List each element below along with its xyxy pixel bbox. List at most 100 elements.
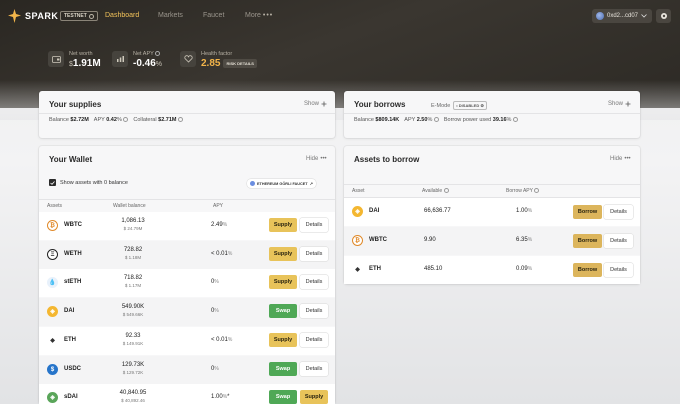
show-zero-balance-label[interactable]: Show assets with 0 balance bbox=[60, 180, 128, 186]
wallet-button[interactable]: 0xd2...cd07 bbox=[592, 9, 652, 23]
info-icon[interactable] bbox=[534, 188, 540, 194]
borrow-button[interactable]: Borrow bbox=[573, 263, 602, 277]
supplies-apy: APY 0.42% bbox=[94, 117, 129, 123]
wbtc-token-icon: ₿ bbox=[352, 235, 363, 246]
wallet-balance-usd: $ 1.18M bbox=[124, 255, 142, 260]
borrow-hide-button[interactable]: Hide ••• bbox=[610, 156, 631, 162]
swap-button[interactable]: Swap bbox=[269, 390, 297, 404]
supplies-apy-value: 0.42 bbox=[106, 117, 117, 123]
borrow-button[interactable]: Borrow bbox=[573, 205, 602, 219]
info-icon[interactable] bbox=[178, 117, 184, 123]
supplies-balance-value: 2.72M bbox=[73, 117, 89, 123]
details-button[interactable]: Details bbox=[604, 263, 633, 277]
asset-apy-value: < 0.01 bbox=[211, 337, 228, 343]
nav-more[interactable]: More ••• bbox=[245, 12, 273, 19]
wallet-balance-amount: 92.33 bbox=[125, 333, 141, 339]
supplies-show-button[interactable]: Show bbox=[304, 101, 327, 107]
wallet-balance-usd: $ 24.79M bbox=[123, 226, 143, 231]
asset-name: USDC bbox=[64, 366, 82, 372]
faucet-link[interactable]: ETHEREUM GÖRLI FAUCET ↗ bbox=[247, 179, 316, 188]
swap-button[interactable]: Swap bbox=[269, 304, 297, 318]
net-apy-value: -0.46% bbox=[133, 58, 162, 69]
network-icon bbox=[88, 13, 94, 19]
borrows-power-value: 39.16 bbox=[492, 117, 507, 123]
info-icon[interactable] bbox=[443, 188, 449, 194]
supplies-balance-label: Balance bbox=[49, 117, 69, 123]
nav-faucet[interactable]: Faucet bbox=[203, 12, 224, 19]
asset-apy: 1.00%* bbox=[211, 394, 229, 400]
details-button[interactable]: Details bbox=[604, 205, 633, 219]
supply-button[interactable]: Supply bbox=[269, 275, 297, 289]
details-button[interactable]: Details bbox=[300, 247, 328, 261]
show-zero-balance-checkbox[interactable] bbox=[49, 179, 56, 186]
brand-name: SPARK bbox=[25, 11, 59, 21]
wallet-balance-usd: $ 129.72K bbox=[122, 370, 144, 375]
stat-net-apy: Net APY -0.46% bbox=[112, 51, 162, 69]
available-amount: 9.90 bbox=[424, 237, 436, 243]
risk-details-button[interactable]: RISK DETAILS bbox=[223, 58, 257, 68]
your-borrows-card: Your borrows E-Mode • DISABLED ⚙ Show Ba… bbox=[344, 91, 640, 138]
settings-button[interactable] bbox=[656, 9, 671, 23]
brand-logo[interactable]: SPARK bbox=[8, 9, 58, 23]
wallet-hide-button[interactable]: Hide ••• bbox=[306, 156, 327, 162]
supply-button[interactable]: Supply bbox=[269, 218, 297, 232]
emode-badge-label: DISABLED bbox=[458, 103, 480, 108]
emode-toggle[interactable]: • DISABLED ⚙ bbox=[453, 101, 487, 110]
wallet-balance-usd: $ 40,892.46 bbox=[121, 398, 145, 403]
wallet-address: 0xd2...cd07 bbox=[607, 13, 639, 19]
supply-button[interactable]: Supply bbox=[269, 333, 297, 347]
asset-apy-unit: % bbox=[214, 308, 219, 314]
net-apy-label-text: Net APY bbox=[133, 51, 154, 57]
wallet-balance-amount: 718.82 bbox=[123, 275, 143, 281]
nav-dashboard[interactable]: Dashboard bbox=[105, 12, 139, 19]
borrow-header-apy-label: Borrow APY bbox=[506, 188, 533, 194]
supplies-apy-label: APY bbox=[93, 117, 105, 123]
info-icon[interactable] bbox=[433, 117, 439, 123]
check-icon bbox=[50, 180, 55, 185]
net-apy-unit: % bbox=[155, 61, 163, 68]
wallet-avatar bbox=[596, 12, 604, 20]
wallet-balance-amount: 40,840.95 bbox=[119, 390, 147, 396]
borrow-header-apy: Borrow APY bbox=[506, 188, 540, 194]
asset-name: WBTC bbox=[369, 237, 387, 243]
emode-indicator: E-Mode • DISABLED ⚙ bbox=[431, 101, 487, 110]
info-icon[interactable] bbox=[123, 117, 129, 123]
details-button[interactable]: Details bbox=[300, 218, 328, 232]
swap-button[interactable]: Swap bbox=[269, 362, 297, 376]
details-button[interactable]: Details bbox=[300, 362, 328, 376]
borrow-button[interactable]: Borrow bbox=[573, 234, 602, 248]
chevron-down-icon bbox=[641, 14, 647, 18]
eth-token-icon: ◆ bbox=[352, 264, 363, 275]
weth-token-icon: Ξ bbox=[47, 249, 58, 260]
nav-markets[interactable]: Markets bbox=[158, 12, 183, 19]
details-button[interactable]: Details bbox=[300, 304, 328, 318]
asset-name: DAI bbox=[64, 308, 75, 314]
borrows-power-used: Borrow power used 39.16% bbox=[444, 117, 518, 123]
borrows-show-button[interactable]: Show bbox=[608, 101, 631, 107]
steth-token-icon: 💧 bbox=[47, 277, 58, 288]
asset-name: stETH bbox=[64, 279, 82, 285]
asset-apy-unit: % bbox=[227, 251, 233, 257]
info-icon[interactable] bbox=[155, 51, 161, 57]
supply-button[interactable]: Supply bbox=[300, 390, 328, 404]
testnet-badge[interactable]: TESTNET bbox=[60, 11, 98, 21]
borrows-balance-label: Balance bbox=[354, 117, 374, 123]
spark-flame-icon bbox=[8, 9, 21, 23]
borrows-power-unit: % bbox=[506, 117, 512, 123]
wallet-balance-usd: $ 549.66K bbox=[122, 312, 144, 317]
wallet-balance-usd: $ 1.17M bbox=[124, 283, 142, 288]
your-supplies-card: Your supplies Show Balance $2.72M APY 0.… bbox=[39, 91, 335, 138]
stat-health-factor: Health factor 2.85 RISK DETAILS bbox=[180, 51, 257, 69]
details-button[interactable]: Details bbox=[300, 275, 328, 289]
card-divider bbox=[39, 113, 335, 114]
details-button[interactable]: Details bbox=[604, 234, 633, 248]
wallet-hide-label: Hide bbox=[306, 156, 319, 162]
info-icon[interactable] bbox=[512, 117, 518, 123]
asset-apy: 0% bbox=[211, 366, 219, 372]
net-worth-label: Net worth bbox=[69, 51, 93, 57]
asset-apy: < 0.01% bbox=[211, 251, 232, 257]
supply-button[interactable]: Supply bbox=[269, 247, 297, 261]
sdai-token-icon: ◈ bbox=[47, 392, 58, 403]
details-button[interactable]: Details bbox=[300, 333, 328, 347]
plus-icon bbox=[321, 101, 327, 107]
